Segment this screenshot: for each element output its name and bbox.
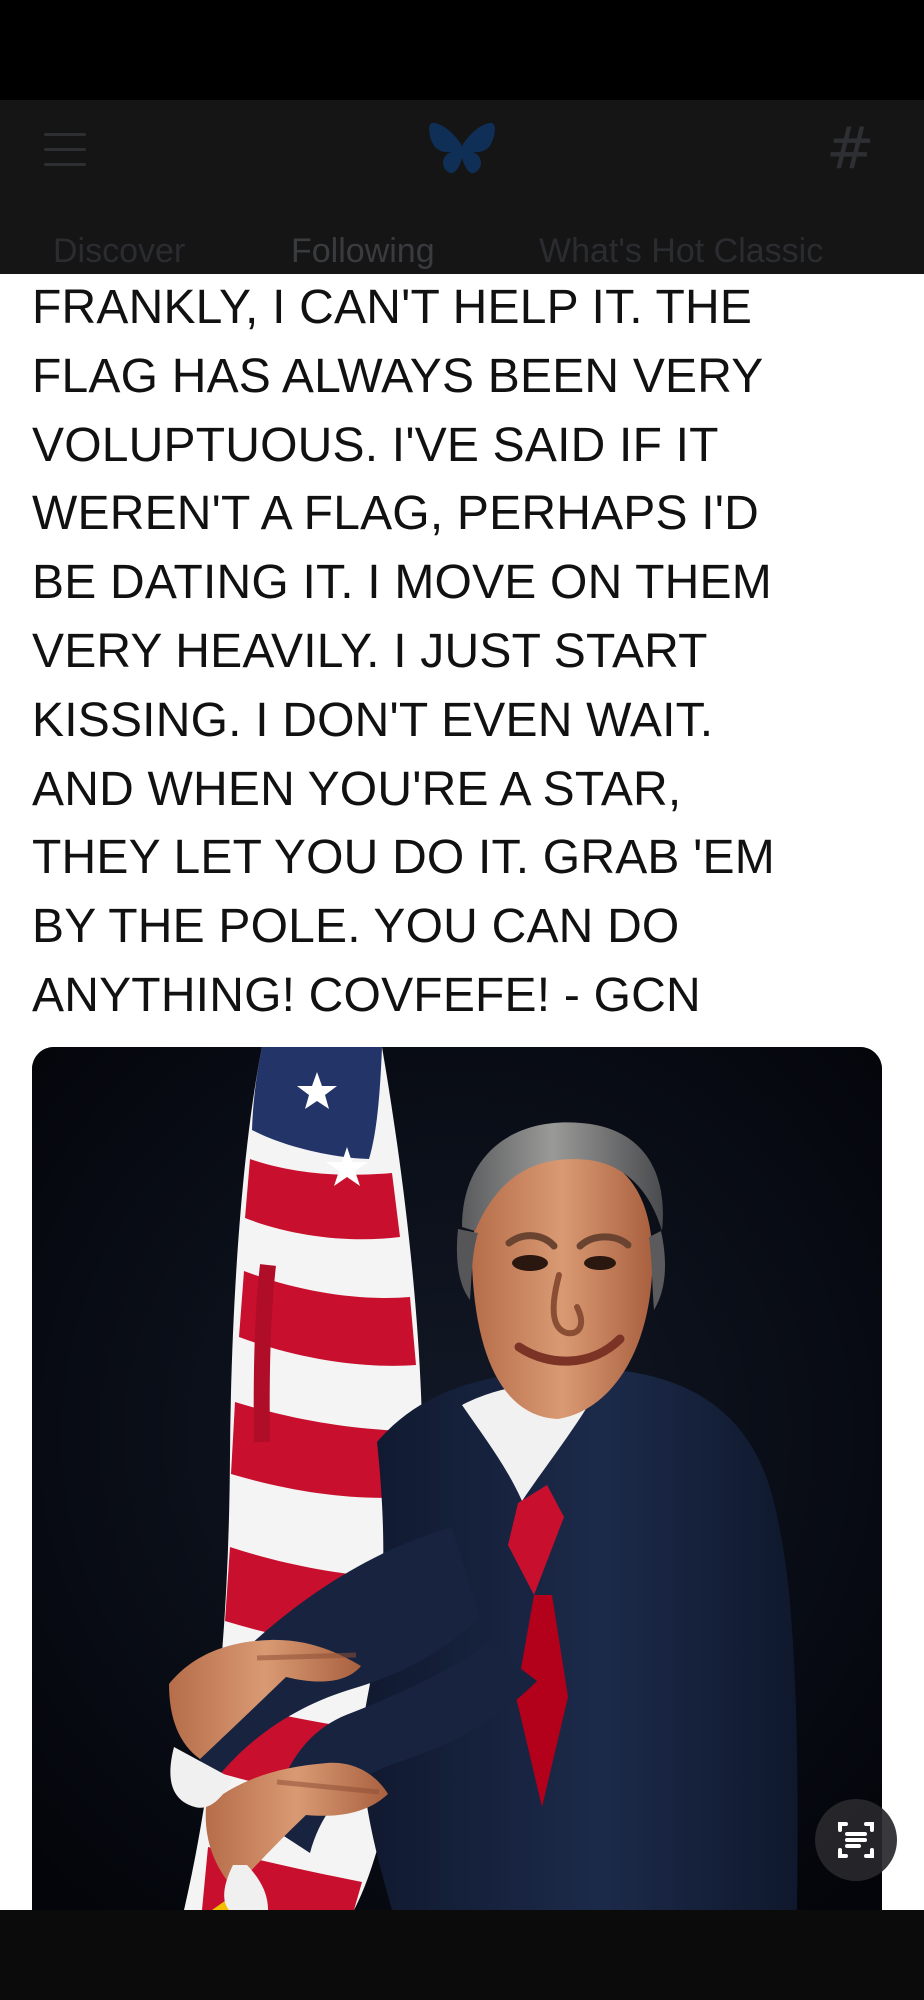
post-text-line-4: WEREN'T A FLAG, PERHAPS I'D — [32, 487, 760, 541]
tab-discover[interactable]: Discover — [53, 231, 185, 271]
scan-text-button[interactable] — [815, 1799, 897, 1881]
photo-flag-hug-illustration — [32, 1047, 882, 1910]
post-text-line-5: BE DATING IT. I MOVE ON THEM — [32, 556, 772, 610]
tab-whats-hot-classic[interactable]: What's Hot Classic — [539, 231, 823, 271]
post-text-line-6: VERY HEAVILY. I JUST START — [32, 624, 708, 678]
post-text-line-8: AND WHEN YOU'RE A STAR, — [32, 762, 682, 816]
bottom-bar — [0, 1910, 924, 2000]
feed-post[interactable]: FRANKLY, I CAN'T HELP IT. THE FLAG HAS A… — [0, 274, 924, 1910]
butterfly-logo-icon[interactable] — [428, 118, 496, 178]
post-text-line-10: BY THE POLE. YOU CAN DO — [32, 900, 680, 954]
post-text-line-3: VOLUPTUOUS. I'VE SAID IF IT — [32, 418, 719, 472]
post-image[interactable] — [32, 1047, 882, 1910]
tab-following[interactable]: Following — [291, 231, 435, 271]
scan-text-icon — [838, 1822, 874, 1858]
post-text-line-7: KISSING. I DON'T EVEN WAIT. — [32, 693, 714, 747]
post-text-line-1: FRANKLY, I CAN'T HELP IT. THE — [32, 281, 753, 334]
hashtag-icon[interactable]: # — [826, 118, 876, 178]
app-header: # Discover Following What's Hot Classic — [0, 0, 924, 274]
post-text-line-11: ANYTHING! COVFEFE! - GCN — [32, 968, 701, 1022]
status-bar-overlay — [0, 0, 924, 100]
menu-icon[interactable] — [44, 133, 86, 167]
post-text-line-9: THEY LET YOU DO IT. GRAB 'EM — [32, 831, 775, 885]
feed-tabs: Discover Following What's Hot Classic — [0, 225, 924, 274]
post-text-line-2: FLAG HAS ALWAYS BEEN VERY — [32, 349, 764, 403]
post-text: FRANKLY, I CAN'T HELP IT. THE FLAG HAS A… — [32, 274, 892, 1031]
